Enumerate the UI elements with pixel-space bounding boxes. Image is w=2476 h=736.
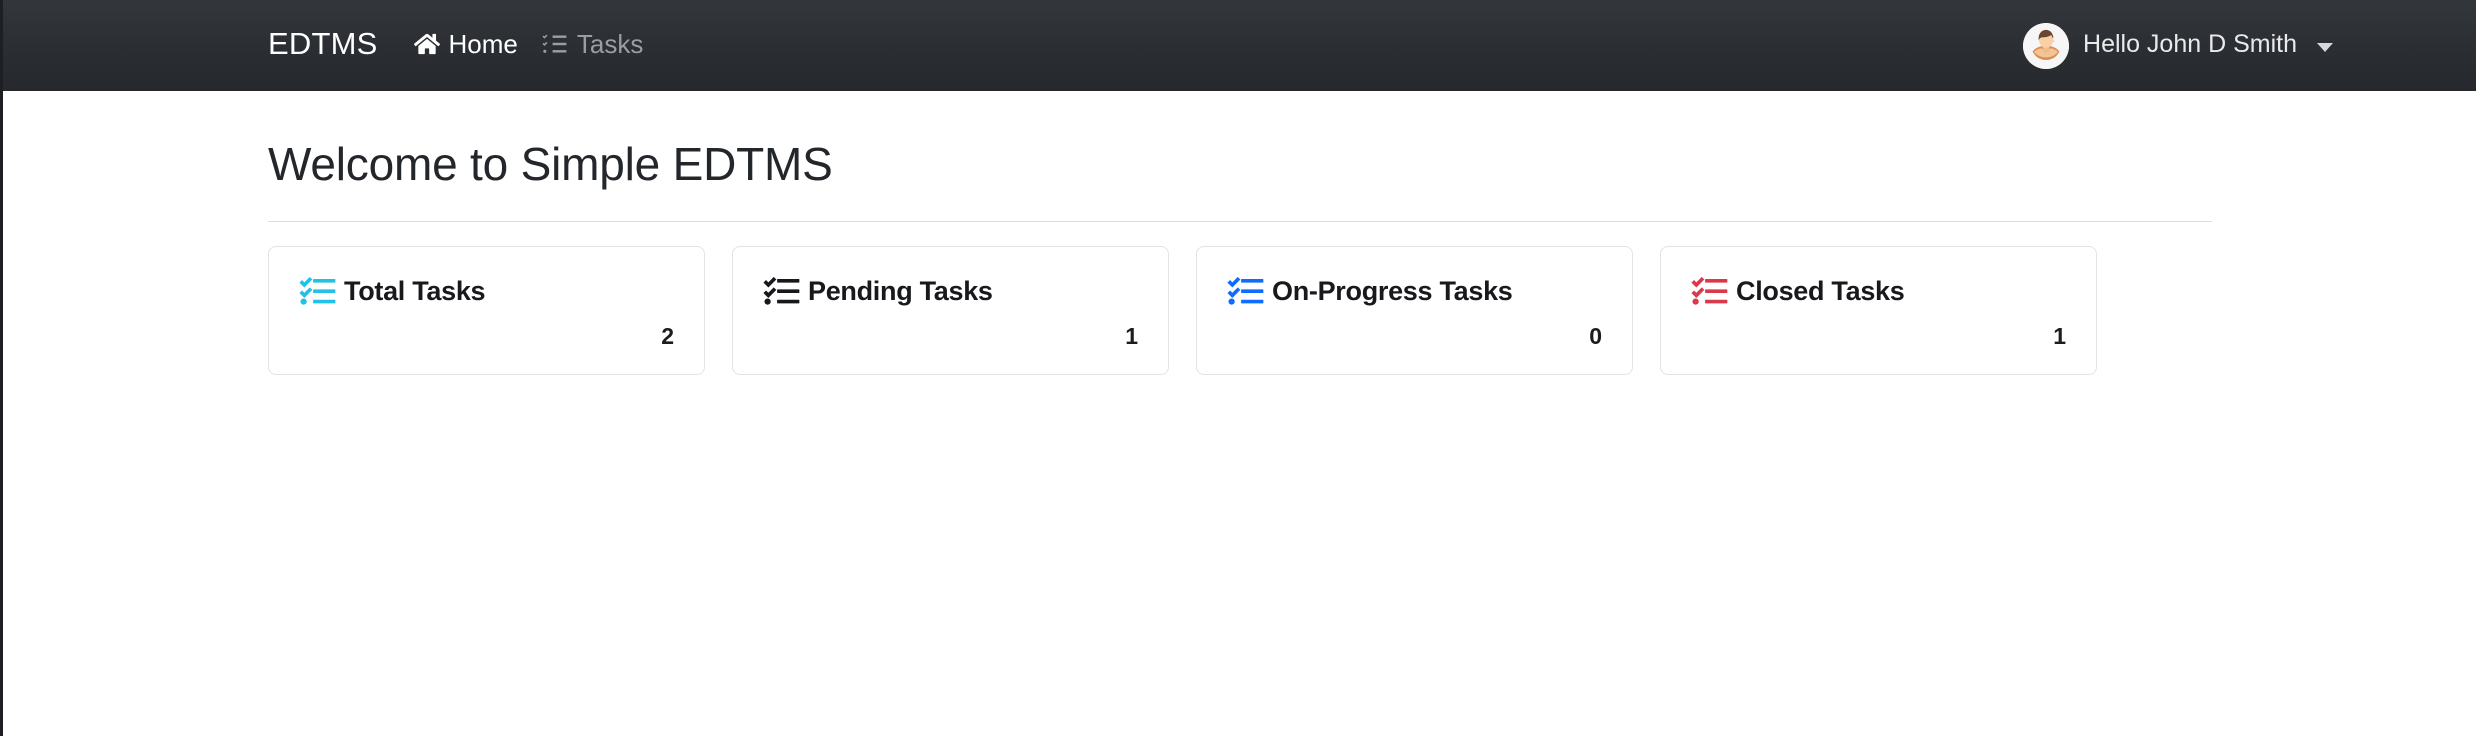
- navbar-right: Hello John D Smith: [2023, 22, 2476, 69]
- list-check-icon: [763, 275, 801, 309]
- stat-card-label: Closed Tasks: [1736, 276, 1905, 307]
- title-divider: [268, 220, 2212, 222]
- main-content: Welcome to Simple EDTMS Total Tasks 2 Pe…: [0, 91, 2476, 375]
- stat-card-label: Total Tasks: [344, 276, 486, 307]
- stat-card-pending-tasks[interactable]: Pending Tasks 1: [732, 245, 1169, 375]
- stat-card-value: 1: [2053, 322, 2066, 349]
- stat-card-total-tasks[interactable]: Total Tasks 2: [268, 245, 705, 375]
- user-greeting-label: Hello John D Smith: [2083, 30, 2297, 58]
- stat-card-value: 2: [661, 322, 674, 349]
- stat-card-label: On-Progress Tasks: [1272, 276, 1513, 307]
- page-title: Welcome to Simple EDTMS: [268, 138, 833, 190]
- stat-card-header: Closed Tasks: [1691, 275, 2066, 309]
- navbar-links: Home Tasks: [413, 29, 643, 60]
- caret-down-icon: [2317, 42, 2333, 52]
- stat-card-header: Total Tasks: [299, 275, 674, 309]
- list-check-icon: [1691, 275, 1729, 309]
- nav-link-home-label: Home: [448, 29, 518, 59]
- home-icon: [413, 31, 440, 57]
- nav-link-tasks-label: Tasks: [576, 29, 644, 59]
- list-check-icon: [299, 275, 337, 309]
- stat-card-label: Pending Tasks: [808, 276, 993, 307]
- top-navbar: EDTMS Home Tasks Hello John D Smith: [0, 0, 2476, 91]
- stat-card-value: 1: [1125, 322, 1138, 349]
- user-avatar: [2023, 22, 2070, 69]
- nav-link-tasks[interactable]: Tasks: [542, 31, 643, 60]
- stat-card-value: 0: [1589, 322, 1602, 349]
- navbar-brand[interactable]: EDTMS: [268, 28, 378, 63]
- user-menu-dropdown[interactable]: Hello John D Smith: [2023, 22, 2333, 69]
- list-check-icon: [542, 31, 568, 57]
- stat-card-header: On-Progress Tasks: [1227, 275, 1602, 309]
- window-left-border: [0, 0, 3, 736]
- list-check-icon: [1227, 275, 1265, 309]
- stat-card-header: Pending Tasks: [763, 275, 1138, 309]
- nav-link-home[interactable]: Home: [413, 29, 518, 60]
- stat-card-closed-tasks[interactable]: Closed Tasks 1: [1660, 245, 2097, 375]
- stat-card-on-progress-tasks[interactable]: On-Progress Tasks 0: [1196, 245, 1633, 375]
- stat-card-row: Total Tasks 2 Pending Tasks 1 On-Progres…: [268, 245, 2476, 375]
